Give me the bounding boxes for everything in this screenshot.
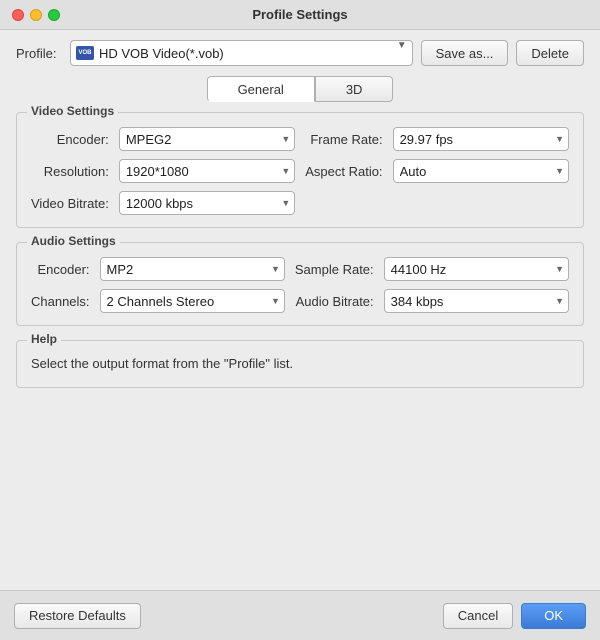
sample-rate-select-container: 22050 Hz 44100 Hz 48000 Hz ▼ [384,257,569,281]
help-text: Select the output format from the "Profi… [31,355,569,373]
restore-defaults-button[interactable]: Restore Defaults [14,603,141,629]
encoder-select[interactable]: MPEG2 MPEG4 H.264 H.265 [119,127,295,151]
channels-label: Channels: [31,294,90,309]
video-bitrate-label: Video Bitrate: [31,196,109,211]
audio-bitrate-label: Audio Bitrate: [295,294,374,309]
resolution-select-container: 1280*720 1920*1080 3840*2160 ▼ [119,159,295,183]
video-bitrate-select-container: 4000 kbps 8000 kbps 12000 kbps 16000 kbp… [119,191,295,215]
sample-rate-select[interactable]: 22050 Hz 44100 Hz 48000 Hz [384,257,569,281]
audio-encoder-select-container: MP2 MP3 AAC AC3 ▼ [100,257,285,281]
minimize-button[interactable] [30,9,42,21]
encoder-label: Encoder: [31,132,109,147]
video-bitrate-select[interactable]: 4000 kbps 8000 kbps 12000 kbps 16000 kbp… [119,191,295,215]
channels-select[interactable]: Mono 2 Channels Stereo 5.1 Surround [100,289,285,313]
close-button[interactable] [12,9,24,21]
frame-rate-label: Frame Rate: [305,132,382,147]
audio-bitrate-select[interactable]: 128 kbps 192 kbps 256 kbps 384 kbps [384,289,569,313]
profile-label: Profile: [16,46,62,61]
delete-button[interactable]: Delete [516,40,584,66]
audio-settings-section: Audio Settings Encoder: MP2 MP3 AAC AC3 … [16,242,584,326]
resolution-label: Resolution: [31,164,109,179]
audio-encoder-select[interactable]: MP2 MP3 AAC AC3 [100,257,285,281]
video-settings-title: Video Settings [27,104,118,118]
tab-general[interactable]: General [207,76,315,102]
cancel-button[interactable]: Cancel [443,603,513,629]
profile-select[interactable]: HD VOB Video(*.vob) HD MP4 Video(*.mp4) … [70,40,413,66]
audio-settings-title: Audio Settings [27,234,120,248]
audio-encoder-label: Encoder: [31,262,90,277]
profile-select-container: VOB HD VOB Video(*.vob) HD MP4 Video(*.m… [70,40,413,66]
frame-rate-select[interactable]: 23.976 fps 25 fps 29.97 fps 30 fps 59.94… [393,127,569,151]
traffic-lights [12,9,60,21]
main-content: Profile: VOB HD VOB Video(*.vob) HD MP4 … [0,30,600,412]
bottom-right-buttons: Cancel OK [443,603,586,629]
maximize-button[interactable] [48,9,60,21]
help-title: Help [27,332,61,346]
resolution-select[interactable]: 1280*720 1920*1080 3840*2160 [119,159,295,183]
sample-rate-label: Sample Rate: [295,262,374,277]
ok-button[interactable]: OK [521,603,586,629]
audio-bitrate-select-container: 128 kbps 192 kbps 256 kbps 384 kbps ▼ [384,289,569,313]
tab-3d[interactable]: 3D [315,76,394,102]
title-bar: Profile Settings [0,0,600,30]
channels-select-container: Mono 2 Channels Stereo 5.1 Surround ▼ [100,289,285,313]
aspect-ratio-select-container: Auto 4:3 16:9 ▼ [393,159,569,183]
profile-row: Profile: VOB HD VOB Video(*.vob) HD MP4 … [16,40,584,66]
bottom-bar: Restore Defaults Cancel OK [0,590,600,640]
encoder-select-container: MPEG2 MPEG4 H.264 H.265 ▼ [119,127,295,151]
save-as-button[interactable]: Save as... [421,40,509,66]
frame-rate-select-container: 23.976 fps 25 fps 29.97 fps 30 fps 59.94… [393,127,569,151]
aspect-ratio-label: Aspect Ratio: [305,164,382,179]
aspect-ratio-select[interactable]: Auto 4:3 16:9 [393,159,569,183]
video-settings-section: Video Settings Encoder: MPEG2 MPEG4 H.26… [16,112,584,228]
tabs: General 3D [16,76,584,102]
help-section: Help Select the output format from the "… [16,340,584,388]
window-title: Profile Settings [252,7,347,22]
